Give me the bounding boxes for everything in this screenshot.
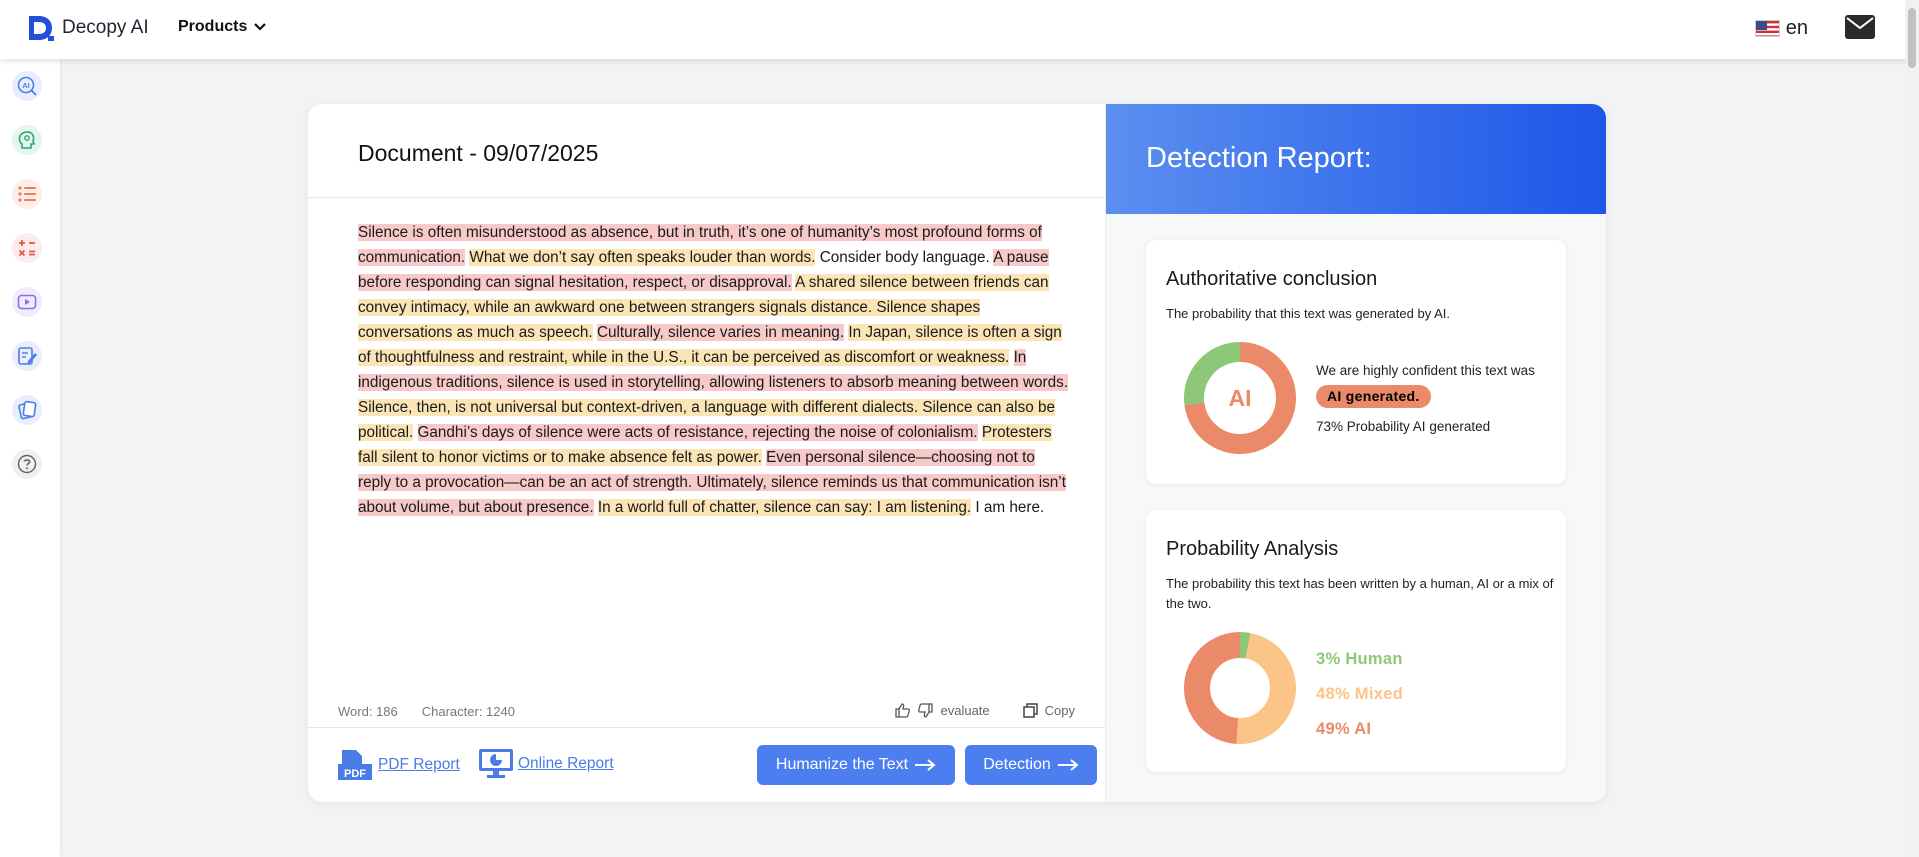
ai-detector-icon[interactable]: AI: [12, 71, 42, 101]
confidence-statement: We are highly confident this text was: [1316, 363, 1535, 378]
feedback-actions: evaluate Copy: [894, 702, 1075, 719]
divider: [308, 727, 1106, 728]
ai-probability-donut: AI: [1184, 342, 1296, 454]
donut-center-label: AI: [1229, 385, 1252, 411]
detection-button[interactable]: Detection: [965, 745, 1097, 785]
ai-probability-text: 73% Probability AI generated: [1316, 419, 1491, 434]
conclusion-title: Authoritative conclusion: [1166, 268, 1378, 290]
legend-human: 3% Human: [1316, 650, 1403, 668]
thumbs-down-icon[interactable]: [917, 702, 934, 719]
character-count: Character: 1240: [421, 704, 515, 719]
chevron-down-icon: [254, 23, 267, 31]
copy-icon[interactable]: [1022, 702, 1039, 719]
confidence-text: We are highly confident this text was AI…: [1316, 358, 1546, 410]
edit-note-icon[interactable]: [12, 341, 42, 371]
humanize-button[interactable]: Humanize the Text: [757, 745, 955, 785]
text-segment: I am here.: [971, 499, 1045, 516]
thumbs-up-icon[interactable]: [894, 702, 911, 719]
app-name: Decopy AI: [62, 17, 149, 38]
language-selector[interactable]: en: [1754, 17, 1808, 40]
arrow-right-icon: [915, 759, 936, 771]
human-slice: [1239, 632, 1251, 659]
document-text[interactable]: Silence is often misunderstood as absenc…: [358, 220, 1070, 520]
top-bar: Decopy AI Products en: [0, 0, 1919, 59]
svg-text:PDF: PDF: [344, 768, 366, 780]
text-segment: What we don’t say often speaks louder th…: [469, 249, 816, 266]
cards-icon[interactable]: [12, 395, 42, 425]
scrollbar[interactable]: [1905, 0, 1919, 857]
divider: [308, 197, 1106, 198]
humanize-label: Humanize the Text: [775, 756, 909, 773]
help-icon[interactable]: [12, 449, 42, 479]
text-segment: Gandhi’s days of silence were acts of re…: [417, 424, 978, 441]
arrow-right-icon: [1057, 759, 1079, 771]
products-label: Products: [178, 18, 248, 35]
document-title: Document - 09/07/2025: [358, 140, 599, 166]
legend-ai: 49% AI: [1316, 720, 1372, 738]
text-segment: Culturally, silence varies in meaning.: [596, 324, 845, 341]
report-header: Detection Report:: [1106, 104, 1606, 214]
products-menu[interactable]: Products: [178, 18, 267, 36]
pdf-report-link[interactable]: PDF PDF Report: [338, 748, 460, 782]
ai-generated-badge: AI generated.: [1316, 385, 1431, 408]
monitor-chart-icon: [479, 749, 513, 778]
conclusion-panel: Authoritative conclusion The probability…: [1146, 240, 1566, 484]
text-segment: [1009, 349, 1013, 366]
svg-text:AI: AI: [22, 81, 30, 90]
detection-label: Detection: [983, 756, 1051, 773]
list-icon[interactable]: [12, 179, 42, 209]
humanizer-icon[interactable]: [12, 125, 42, 155]
pdf-report-label: PDF Report: [378, 756, 460, 773]
video-icon[interactable]: [12, 287, 42, 317]
report-title: Detection Report:: [1146, 142, 1372, 174]
mixed-slice: [1236, 632, 1296, 744]
text-segment: In a world full of chatter, silence can …: [597, 499, 972, 516]
detection-card: Document - 09/07/2025 Silence is often m…: [308, 104, 1606, 802]
text-segment: Consider body language.: [815, 249, 994, 266]
pdf-file-icon: PDF: [338, 750, 372, 780]
logo[interactable]: Decopy AI: [26, 14, 149, 42]
online-report-label: Online Report: [518, 755, 614, 772]
document-pane: Document - 09/07/2025 Silence is often m…: [308, 104, 1106, 802]
sidebar: AI: [0, 59, 60, 857]
text-stats: Word: 186 Character: 1240: [338, 704, 515, 719]
word-count: Word: 186: [338, 704, 398, 719]
ai-slice: [1184, 632, 1241, 744]
report-pane: Detection Report: Authoritative conclusi…: [1106, 104, 1606, 802]
analysis-subtitle: The probability this text has been writt…: [1166, 576, 1554, 611]
analysis-title: Probability Analysis: [1166, 538, 1339, 560]
text-segment: [413, 424, 417, 441]
online-report-link[interactable]: Online Report: [478, 748, 614, 780]
math-symbols-icon[interactable]: [12, 233, 42, 263]
copy-label[interactable]: Copy: [1045, 703, 1075, 718]
conclusion-subtitle: The probability that this text was gener…: [1166, 306, 1450, 321]
language-label: en: [1785, 17, 1808, 39]
us-flag-icon: [1754, 20, 1780, 37]
legend-mixed: 48% Mixed: [1316, 685, 1404, 703]
mail-icon[interactable]: [1845, 15, 1875, 39]
decopy-logo-icon: [29, 16, 54, 41]
evaluate-label[interactable]: evaluate: [940, 703, 989, 718]
probability-analysis-panel: Probability Analysis The probability thi…: [1146, 510, 1566, 772]
probability-donut: [1184, 632, 1296, 744]
